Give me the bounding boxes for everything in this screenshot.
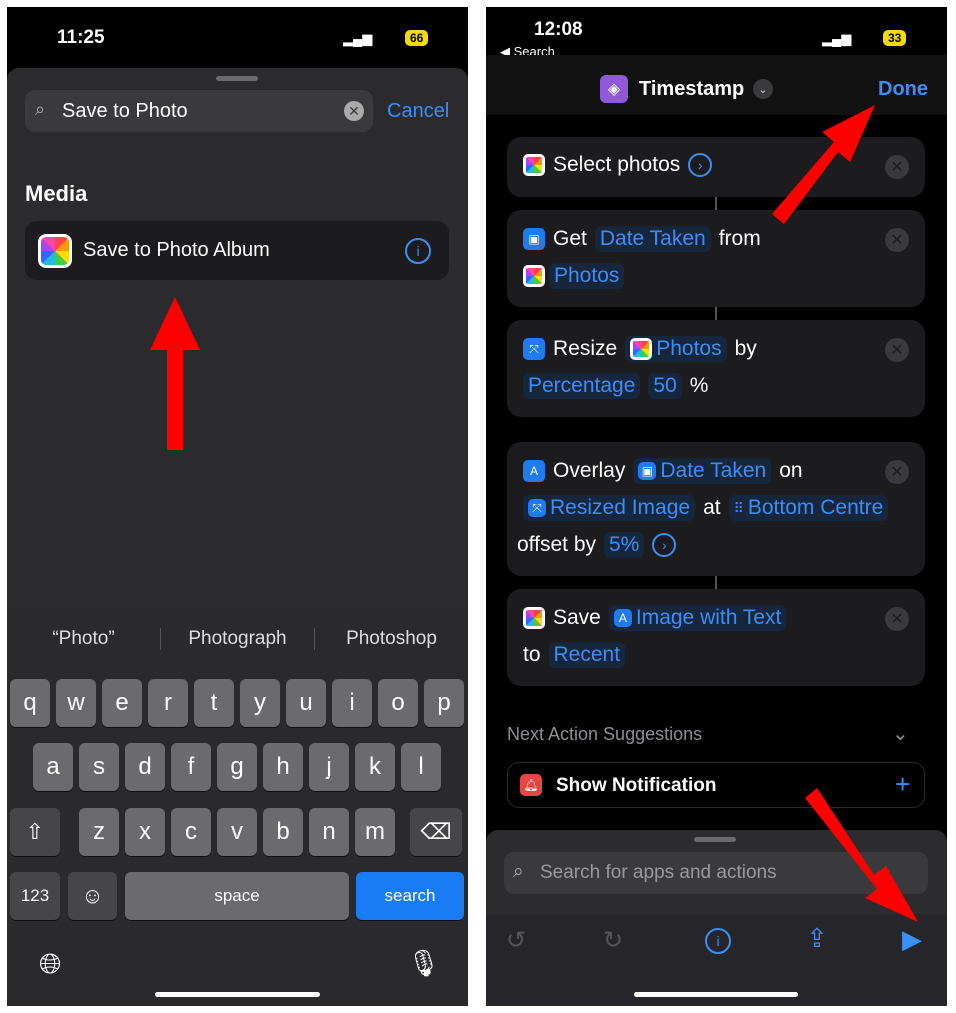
arrow-to-run-annotation bbox=[805, 788, 918, 922]
arrow-to-done-annotation bbox=[772, 105, 875, 224]
arrow-up-annotation bbox=[150, 297, 200, 450]
annotation-arrows bbox=[150, 105, 918, 922]
